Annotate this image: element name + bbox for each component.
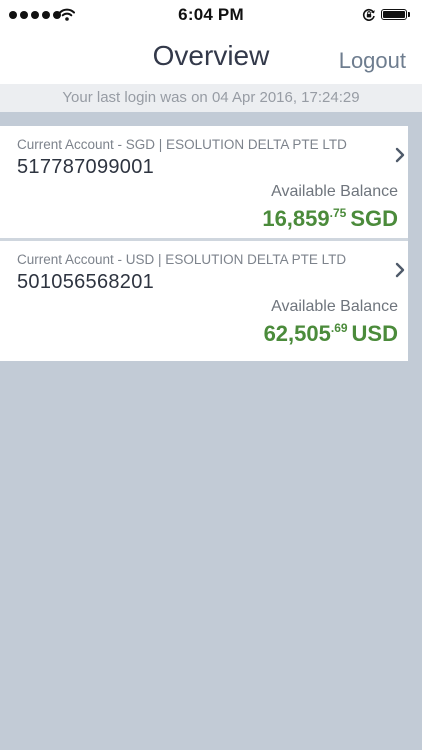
orientation-lock-icon: [362, 8, 375, 21]
balance-main: 16,859: [262, 206, 330, 231]
status-time: 6:04 PM: [178, 5, 244, 24]
logout-button[interactable]: Logout: [339, 48, 406, 74]
available-balance-label: Available Balance: [271, 183, 398, 200]
status-bar: 6:04 PM: [0, 0, 422, 30]
balance-cents: .69: [330, 321, 348, 335]
available-balance: 62,505.69 USD: [264, 321, 398, 347]
account-number: 517787099001: [17, 156, 155, 178]
available-balance: 16,859.75 SGD: [262, 206, 398, 232]
chevron-right-icon: [395, 147, 405, 163]
nav-bar: Overview Logout: [0, 30, 422, 84]
account-label: Current Account - SGD | ESOLUTION DELTA …: [17, 137, 347, 152]
last-login-text: Your last login was on 04 Apr 2016, 17:2…: [62, 89, 360, 106]
account-card-usd[interactable]: Current Account - USD | ESOLUTION DELTA …: [0, 241, 408, 361]
chevron-right-icon: [395, 262, 405, 278]
balance-currency: SGD: [350, 206, 398, 231]
account-card-sgd[interactable]: Current Account - SGD | ESOLUTION DELTA …: [0, 126, 408, 241]
balance-cents: .75: [329, 206, 347, 220]
last-login-banner: Your last login was on 04 Apr 2016, 17:2…: [0, 84, 422, 112]
battery-cap: [408, 12, 410, 17]
battery-icon: [381, 9, 407, 20]
balance-main: 62,505: [263, 321, 331, 346]
balance-currency: USD: [351, 321, 398, 346]
account-list: Current Account - SGD | ESOLUTION DELTA …: [0, 126, 408, 361]
account-number: 501056568201: [17, 271, 155, 293]
account-label: Current Account - USD | ESOLUTION DELTA …: [17, 252, 347, 267]
available-balance-label: Available Balance: [271, 298, 398, 315]
